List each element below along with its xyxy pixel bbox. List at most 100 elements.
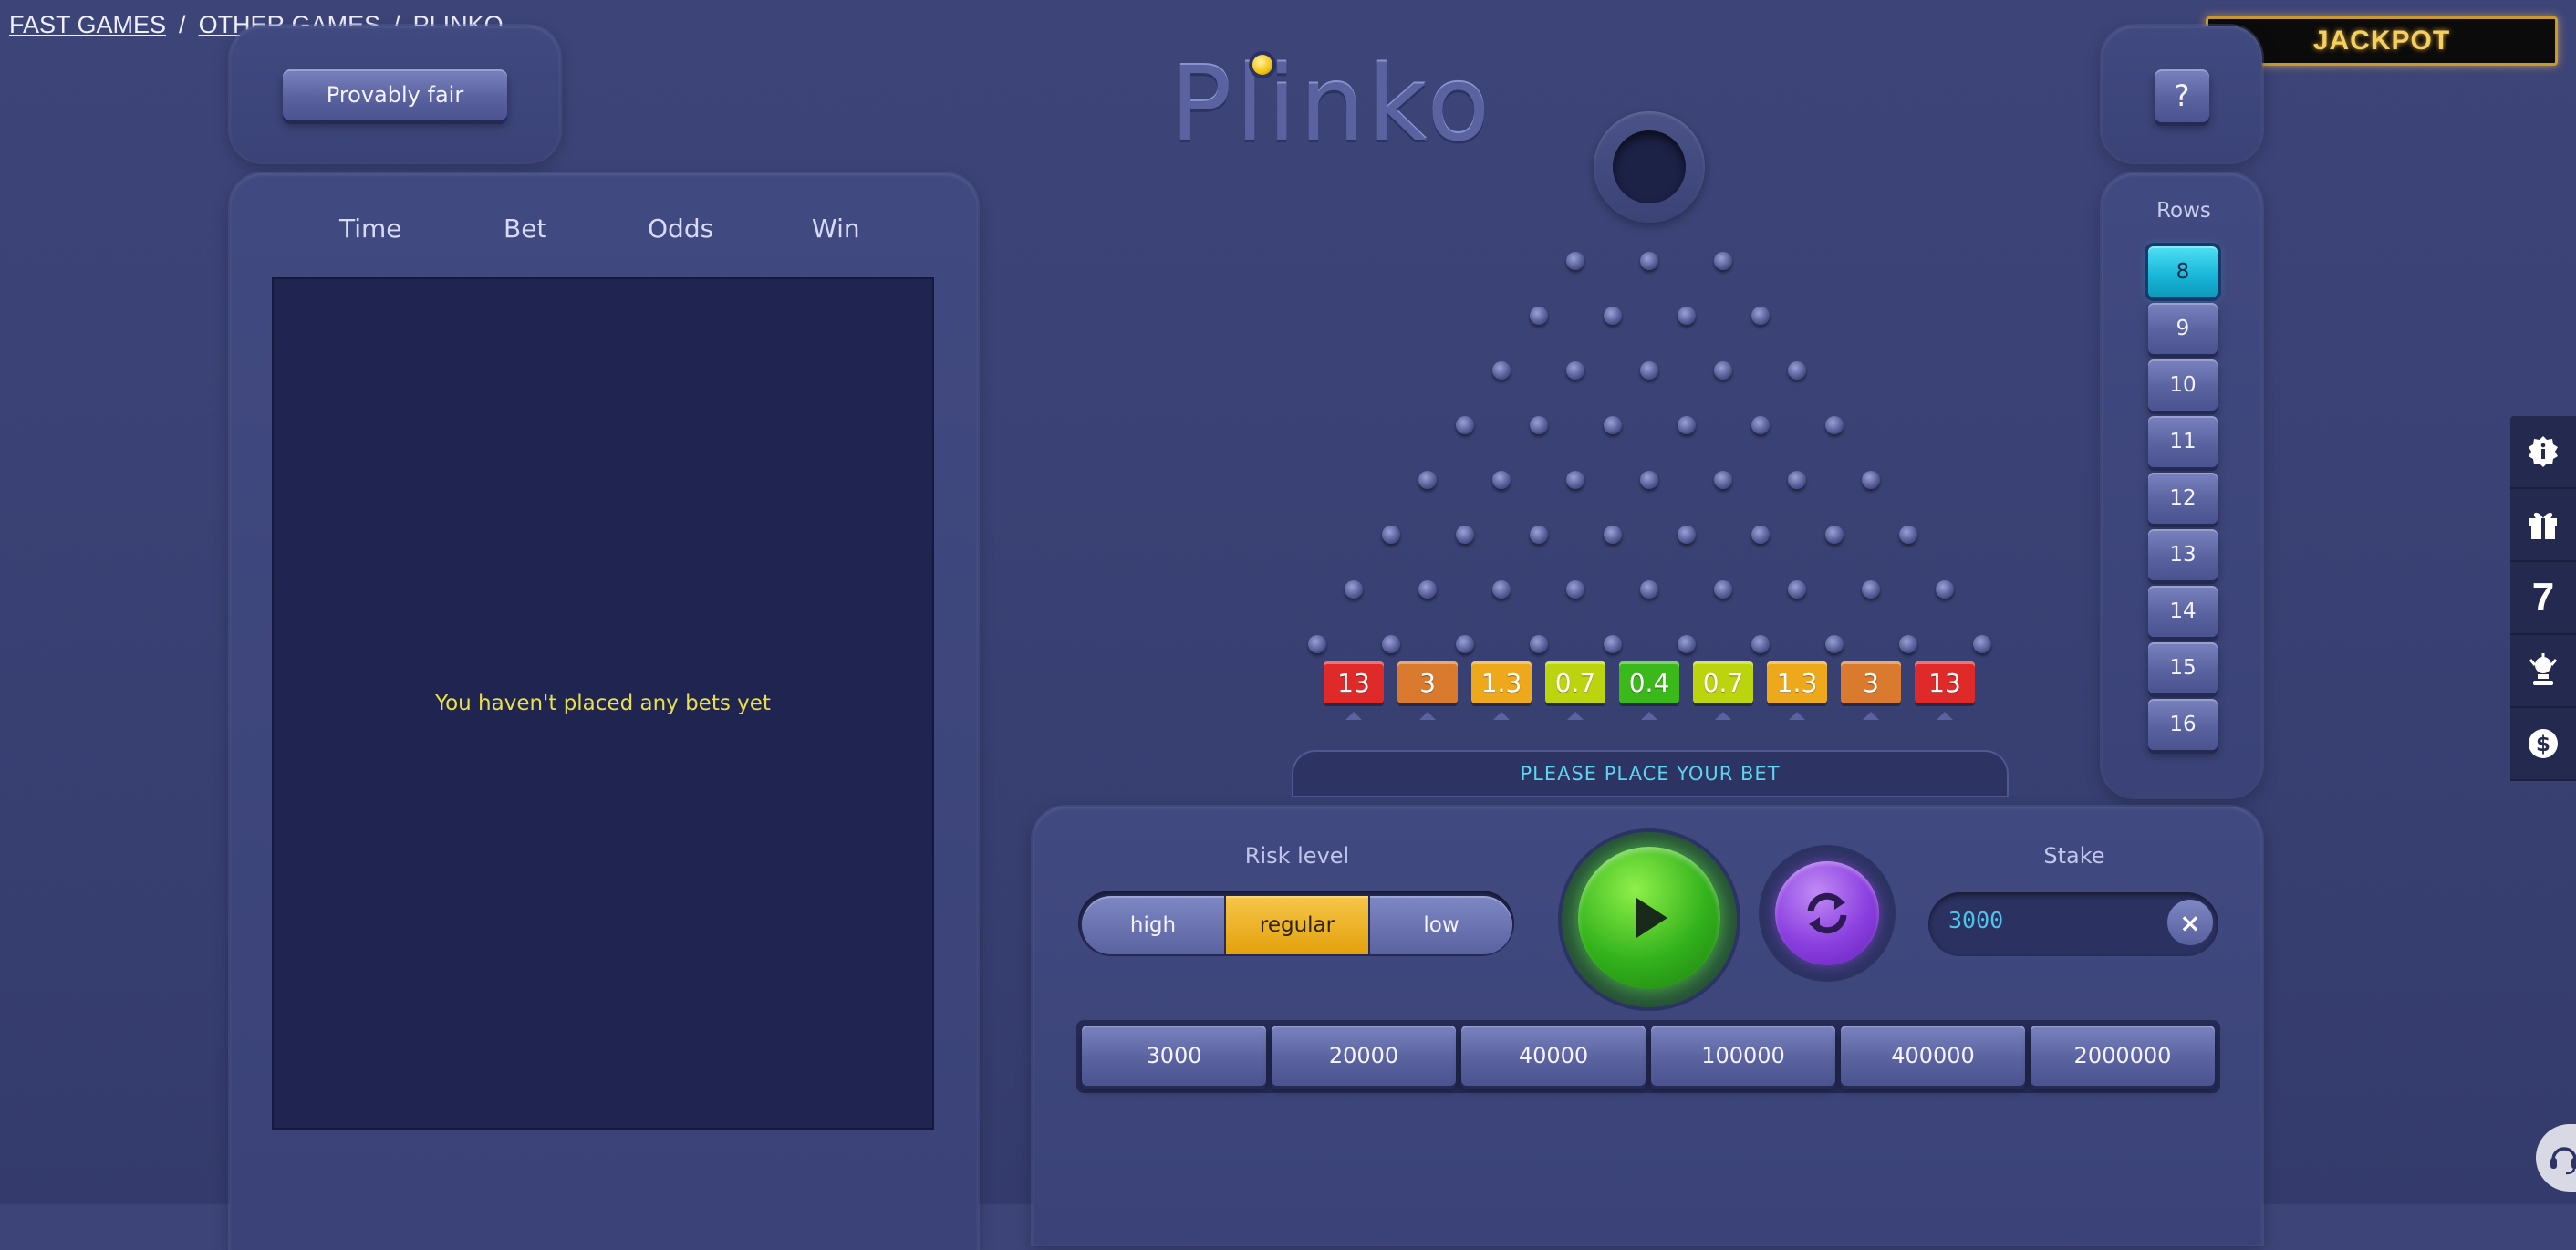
peg	[1566, 471, 1584, 489]
svg-text:$: $	[2536, 733, 2550, 756]
gift-icon[interactable]	[2510, 489, 2576, 562]
breadcrumb-fast-games[interactable]: FAST GAMES	[9, 11, 166, 39]
risk-level-label: Risk level	[1244, 843, 1350, 869]
quick-amount-button[interactable]: 20000	[1272, 1026, 1456, 1086]
multiplier-slot: 1.3	[1767, 661, 1827, 703]
peg	[1603, 635, 1622, 653]
rows-option-11[interactable]: 11	[2148, 416, 2218, 467]
peg	[1677, 635, 1696, 653]
peg	[1381, 526, 1400, 544]
refresh-icon	[1807, 892, 1847, 934]
peg	[1640, 252, 1658, 270]
peg	[1455, 416, 1474, 434]
quick-amount-button[interactable]: 400000	[1841, 1026, 2025, 1086]
peg	[1603, 416, 1622, 434]
peg	[1677, 307, 1696, 325]
peg	[1714, 252, 1732, 270]
rows-option-14[interactable]: 14	[2148, 586, 2218, 637]
provably-fair-button[interactable]: Provably fair	[283, 69, 507, 120]
peg	[1381, 635, 1400, 653]
peg	[1788, 580, 1806, 599]
stake-label: Stake	[2043, 843, 2105, 869]
quick-amount-button[interactable]: 2000000	[2031, 1026, 2215, 1086]
slot-marker	[1641, 712, 1657, 720]
ball-drop-hole	[1594, 111, 1705, 223]
auto-play-button[interactable]	[1775, 861, 1879, 965]
info-badge-icon[interactable]	[2510, 416, 2576, 489]
seven-icon[interactable]: 7	[2510, 562, 2576, 635]
quick-amount-button[interactable]: 100000	[1651, 1026, 1835, 1086]
peg	[1714, 580, 1732, 599]
slot-marker	[1863, 712, 1879, 720]
history-col-bet: Bet	[504, 214, 547, 244]
rows-option-15[interactable]: 15	[2148, 642, 2218, 693]
history-col-time: Time	[339, 214, 402, 244]
peg	[1972, 635, 1991, 653]
peg	[1566, 361, 1584, 380]
peg	[1492, 471, 1511, 489]
peg	[1714, 361, 1732, 380]
peg	[1898, 635, 1917, 653]
rows-option-16[interactable]: 16	[2148, 699, 2218, 750]
peg	[1824, 526, 1844, 544]
peg	[1824, 416, 1844, 434]
rows-option-8[interactable]: 8	[2148, 246, 2218, 297]
peg	[1898, 526, 1917, 544]
headset-icon	[2550, 1147, 2576, 1175]
multiplier-slot: 13	[1324, 661, 1384, 703]
multiplier-slot: 3	[1841, 661, 1901, 703]
peg	[1677, 526, 1696, 544]
plinko-logo: Plinko	[1169, 46, 1494, 164]
multiplier-slot: 0.4	[1619, 661, 1679, 703]
rows-title: Rows	[2156, 199, 2211, 223]
slot-marker	[1419, 712, 1436, 720]
peg	[1529, 416, 1548, 434]
slot-marker	[1567, 712, 1584, 720]
peg	[1750, 526, 1770, 544]
stake-value[interactable]: 3000	[1948, 907, 2003, 933]
peg	[1529, 307, 1548, 325]
slot-marker	[1493, 712, 1510, 720]
support-chat-button[interactable]	[2536, 1124, 2576, 1192]
slot-marker	[1715, 712, 1731, 720]
peg	[1603, 526, 1622, 544]
peg	[1788, 361, 1806, 380]
dollar-icon[interactable]: $	[2510, 708, 2576, 781]
play-button[interactable]	[1578, 847, 1720, 989]
history-col-win: Win	[812, 214, 860, 244]
peg	[1529, 635, 1548, 653]
risk-option-regular[interactable]: regular	[1226, 896, 1368, 954]
peg	[1307, 635, 1326, 653]
peg	[1714, 471, 1732, 489]
peg	[1750, 307, 1770, 325]
peg	[1529, 526, 1548, 544]
peg	[1492, 361, 1511, 380]
rows-option-9[interactable]: 9	[2148, 303, 2218, 354]
peg	[1492, 580, 1511, 599]
rows-option-12[interactable]: 12	[2148, 473, 2218, 524]
trophy-icon[interactable]	[2510, 635, 2576, 708]
peg	[1603, 307, 1622, 325]
peg	[1824, 635, 1844, 653]
clear-stake-button[interactable]: ×	[2167, 900, 2213, 945]
peg	[1750, 416, 1770, 434]
peg	[1566, 252, 1584, 270]
help-button[interactable]: ?	[2155, 69, 2209, 122]
history-empty-message: You haven't placed any bets yet	[435, 692, 771, 715]
rows-option-13[interactable]: 13	[2148, 529, 2218, 580]
quick-amount-button[interactable]: 3000	[1082, 1026, 1266, 1086]
quick-amount-button[interactable]: 40000	[1461, 1026, 1646, 1086]
risk-option-high[interactable]: high	[1082, 896, 1224, 954]
status-message: PLEASE PLACE YOUR BET	[1292, 750, 2009, 797]
peg	[1455, 526, 1474, 544]
play-icon	[1636, 898, 1667, 938]
peg	[1677, 416, 1696, 434]
peg	[1418, 471, 1437, 489]
rows-option-10[interactable]: 10	[2148, 359, 2218, 411]
risk-option-low[interactable]: low	[1370, 896, 1512, 954]
slot-marker	[1345, 712, 1362, 720]
peg	[1566, 580, 1584, 599]
peg	[1418, 580, 1437, 599]
peg	[1788, 471, 1806, 489]
multiplier-slot: 13	[1915, 661, 1975, 703]
